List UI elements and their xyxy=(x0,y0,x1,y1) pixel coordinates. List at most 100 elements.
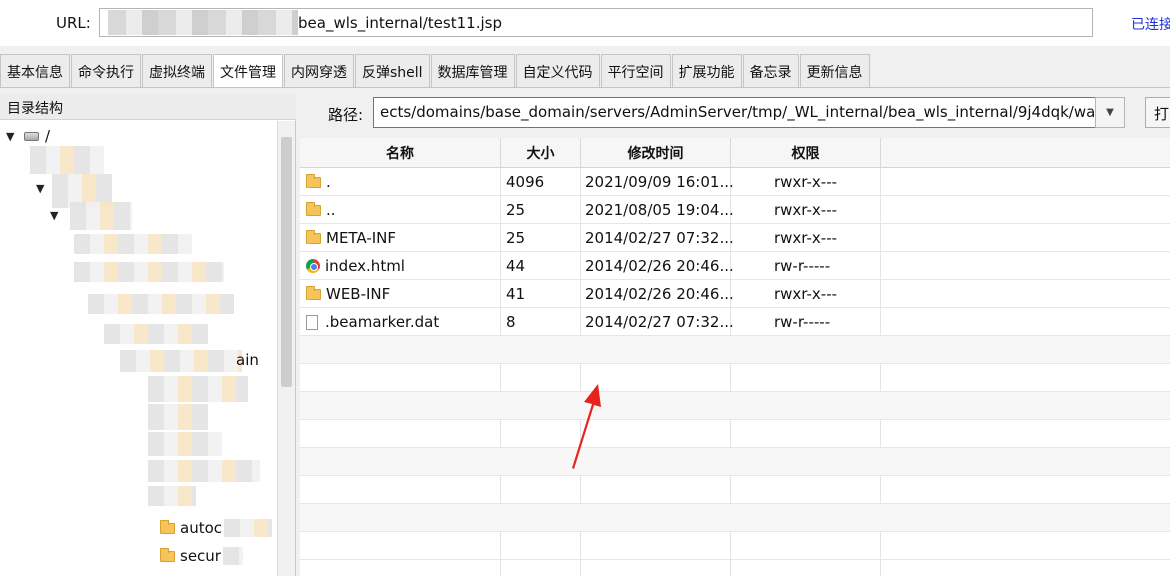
tab-6[interactable]: 数据库管理 xyxy=(430,54,515,88)
redacted-tree-node xyxy=(104,324,208,344)
file-name: .beamarker.dat xyxy=(325,313,440,331)
expand-arrow-icon[interactable]: ▼ xyxy=(50,209,62,222)
tab-11[interactable]: 更新信息 xyxy=(799,54,870,88)
tab-10[interactable]: 备忘录 xyxy=(742,54,799,88)
cell-name: . xyxy=(306,168,331,196)
cell-size: 44 xyxy=(506,257,526,275)
chevron-down-icon: ▼ xyxy=(1106,107,1114,118)
cell-perm: rwxr-x--- xyxy=(774,201,838,219)
cell-name: index.html xyxy=(306,252,405,280)
redacted-tree-node xyxy=(148,404,208,430)
redacted-tree-node xyxy=(148,486,196,506)
column-header-size[interactable]: 大小 xyxy=(501,138,581,168)
file-name: . xyxy=(326,173,331,191)
url-bar: URL: 已连接 xyxy=(0,0,1170,46)
tab-5[interactable]: 反弹shell xyxy=(355,54,430,88)
cell-perm: rwxr-x--- xyxy=(774,229,838,247)
folder-icon xyxy=(160,547,175,562)
file-name: META-INF xyxy=(326,229,397,247)
cell-perm: rw-r----- xyxy=(774,257,831,275)
table-row xyxy=(300,392,1170,420)
folder-icon xyxy=(306,173,321,188)
column-header-mtime[interactable]: 修改时间 xyxy=(581,138,731,168)
tree-node-root[interactable]: ▼ / xyxy=(6,124,50,148)
folder-icon xyxy=(160,519,175,534)
chrome-icon xyxy=(306,259,320,273)
tree-node-autoc[interactable]: autoc xyxy=(160,516,273,540)
url-label: URL: xyxy=(56,14,91,32)
redacted-tree-node xyxy=(30,146,104,174)
tab-0[interactable]: 基本信息 xyxy=(0,54,70,88)
table-row xyxy=(300,364,1170,392)
cell-size: 4096 xyxy=(506,173,545,191)
table-header: 名称 大小 修改时间 权限 xyxy=(300,138,1170,168)
redacted-tree-node xyxy=(148,376,248,402)
table-row[interactable]: META-INF 25 2014/02/27 07:32... rwxr-x--- xyxy=(300,224,1170,252)
tab-4[interactable]: 内网穿透 xyxy=(284,54,354,88)
cell-mtime: 2014/02/26 20:46... xyxy=(585,285,734,303)
table-row[interactable]: . 4096 2021/09/09 16:01... rwxr-x--- xyxy=(300,168,1170,196)
table-row xyxy=(300,420,1170,448)
redacted-tree-node xyxy=(120,350,242,372)
redacted-tree-node xyxy=(70,202,132,230)
redacted-url-prefix xyxy=(108,10,298,35)
redacted-tree-node xyxy=(88,294,234,314)
table-row xyxy=(300,336,1170,364)
tab-divider xyxy=(0,87,1170,88)
tree-node-label: autoc xyxy=(180,519,223,537)
cell-size: 25 xyxy=(506,201,526,219)
directory-tree-panel: 目录结构 ▼ / ▼ ▼ ain autoc secur xyxy=(0,94,296,576)
cell-name: WEB-INF xyxy=(306,280,390,308)
table-row[interactable]: index.html 44 2014/02/26 20:46... rw-r----- xyxy=(300,252,1170,280)
tree-root-label: / xyxy=(45,127,51,145)
table-row xyxy=(300,476,1170,504)
cell-mtime: 2021/09/09 16:01... xyxy=(585,173,734,191)
table-row xyxy=(300,532,1170,560)
path-input[interactable]: ects/domains/base_domain/servers/AdminSe… xyxy=(373,97,1096,128)
expand-arrow-icon[interactable]: ▼ xyxy=(36,182,48,195)
tree-scrollbar-thumb[interactable] xyxy=(281,137,292,387)
open-path-button[interactable]: 打 xyxy=(1145,97,1170,128)
table-row xyxy=(300,504,1170,532)
tab-1[interactable]: 命令执行 xyxy=(71,54,141,88)
table-body: . 4096 2021/09/09 16:01... rwxr-x---.. 25 202… xyxy=(300,168,1170,560)
redacted-text xyxy=(224,519,273,537)
file-table: 名称 大小 修改时间 权限 . 4096 2021/09/09 16:01... rw… xyxy=(300,138,1170,576)
file-name: index.html xyxy=(325,257,405,275)
folder-icon xyxy=(306,201,321,216)
main-tabs: 基本信息 命令执行 虚拟终端 文件管理 内网穿透 反弹shell 数据库管理 自定义代码 平行空… xyxy=(0,54,871,88)
expand-arrow-icon[interactable]: ▼ xyxy=(6,130,18,143)
redacted-text xyxy=(222,547,243,565)
table-row[interactable]: WEB-INF 41 2014/02/26 20:46... rwxr-x--- xyxy=(300,280,1170,308)
tree-node-secur[interactable]: secur xyxy=(160,544,243,568)
file-name: .. xyxy=(326,201,336,219)
cell-size: 25 xyxy=(506,229,526,247)
file-icon xyxy=(306,314,318,330)
tab-3[interactable]: 文件管理 xyxy=(213,54,283,88)
table-row[interactable]: .. 25 2021/08/05 19:04... rwxr-x--- xyxy=(300,196,1170,224)
cell-mtime: 2014/02/26 20:46... xyxy=(585,257,734,275)
path-dropdown-button[interactable]: ▼ xyxy=(1095,97,1125,128)
column-header-name[interactable]: 名称 xyxy=(300,138,501,168)
cell-perm: rw-r----- xyxy=(774,313,831,331)
annotation-arrow-icon xyxy=(572,384,601,469)
tab-8[interactable]: 平行空间 xyxy=(600,54,671,88)
tab-2[interactable]: 虚拟终端 xyxy=(142,54,212,88)
file-name: WEB-INF xyxy=(326,285,391,303)
folder-icon xyxy=(306,229,321,244)
tab-7[interactable]: 自定义代码 xyxy=(515,54,600,88)
cell-name: META-INF xyxy=(306,224,396,252)
column-header-perm[interactable]: 权限 xyxy=(731,138,881,168)
tree-header: 目录结构 xyxy=(0,94,296,120)
tree-scrollbar[interactable] xyxy=(277,121,295,576)
drive-icon xyxy=(24,131,39,141)
cell-size: 41 xyxy=(506,285,526,303)
cell-mtime: 2014/02/27 07:32... xyxy=(585,313,734,331)
table-row[interactable]: .beamarker.dat 8 2014/02/27 07:32... rw-r--… xyxy=(300,308,1170,336)
connection-status[interactable]: 已连接 xyxy=(1131,14,1170,34)
tab-9[interactable]: 扩展功能 xyxy=(671,54,742,88)
cell-name: .. xyxy=(306,196,336,224)
path-label: 路径: xyxy=(328,106,364,124)
cell-perm: rwxr-x--- xyxy=(774,285,838,303)
cell-name: .beamarker.dat xyxy=(306,308,439,336)
